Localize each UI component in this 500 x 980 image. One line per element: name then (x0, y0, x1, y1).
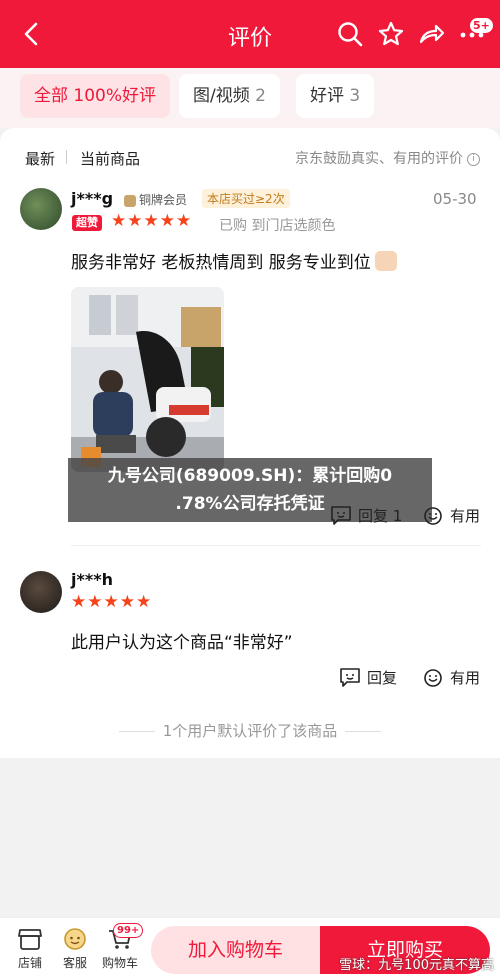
reply-button[interactable]: 回复 (339, 667, 397, 688)
repeat-buyer-tag: 本店买过≥2次 (202, 189, 290, 208)
comment-icon (331, 506, 351, 525)
filter-positive-count: 3 (349, 86, 361, 106)
share-icon[interactable] (417, 20, 445, 48)
useful-label: 有用 (450, 669, 481, 687)
filter-positive[interactable]: 好评 3 (296, 74, 375, 118)
sort-current-product[interactable]: 当前商品 (80, 148, 140, 169)
member-icon (124, 194, 136, 207)
reply-label: 回复 1 (358, 507, 403, 525)
purchase-variant: 已购 到门店选颜色 (219, 218, 336, 234)
review-notice[interactable]: 京东鼓励真实、有用的评价 i (295, 148, 480, 168)
default-review-text: 1个用户默认评价了该商品 (162, 722, 338, 740)
avatar[interactable] (20, 188, 62, 230)
review-text: 此用户认为这个商品“非常好” (71, 633, 293, 653)
useful-button[interactable]: 有用 (422, 667, 480, 688)
member-level-badge: 铜牌会员 (124, 191, 187, 208)
filter-media[interactable]: 图/视频 2 (179, 74, 280, 118)
message-count-badge: 5+ (470, 18, 493, 33)
store-label: 店铺 (17, 956, 42, 970)
member-level-label: 铜牌会员 (139, 193, 188, 207)
rating-stars: ★★★★★ (111, 211, 193, 231)
scooter-repair-photo (71, 287, 224, 472)
watermark: 雪球：九号100元真不算高 (339, 958, 494, 973)
rating-stars: ★★★★★ (71, 592, 153, 612)
reviewer-name: j***g (71, 189, 114, 208)
overlay-line-1: 九号公司(689009.SH)：累计回购0 (107, 466, 393, 486)
service-label: 客服 (62, 956, 87, 970)
note-line-right (345, 731, 382, 732)
star-favorite-icon[interactable] (377, 20, 405, 48)
filter-all-label: 全部 100%好评 (34, 86, 157, 106)
store-button[interactable]: 店铺 (8, 926, 52, 971)
info-icon: i (467, 152, 480, 166)
sort-divider (66, 150, 67, 164)
filter-media-label: 图/视频 (193, 86, 250, 106)
filter-media-count: 2 (255, 86, 266, 106)
cart-count-badge: 99+ (113, 923, 144, 938)
reply-button[interactable]: 回复 1 (330, 505, 402, 526)
search-icon[interactable] (336, 20, 364, 48)
reply-label: 回复 (367, 669, 398, 687)
smile-face-icon (424, 507, 442, 525)
sort-latest[interactable]: 最新 (25, 148, 55, 169)
review-photo[interactable] (71, 287, 224, 472)
avatar[interactable] (20, 571, 62, 613)
useful-button[interactable]: 有用 (422, 505, 480, 526)
add-to-cart-button[interactable]: 加入购物车 (151, 926, 320, 974)
review-text-content: 服务非常好 老板热情周到 服务专业到位 (71, 253, 371, 273)
smile-face-icon (424, 669, 442, 687)
filter-positive-label: 好评 (310, 86, 344, 106)
filter-all[interactable]: 全部 100%好评 (20, 74, 171, 118)
cart-label: 购物车 (101, 956, 138, 970)
review-text: 服务非常好 老板热情周到 服务专业到位 (71, 248, 397, 273)
super-tag: 超赞 (72, 215, 102, 231)
review-divider (71, 545, 481, 546)
filter-bar: 全部 100%好评 图/视频 2 好评 3 (0, 68, 500, 128)
review-notice-text: 京东鼓励真实、有用的评价 (295, 151, 463, 167)
top-header: 评价 5+ (0, 0, 500, 68)
store-icon (18, 929, 42, 950)
note-line-left (118, 731, 155, 732)
default-review-note: 1个用户默认评价了该商品 (0, 720, 500, 741)
comment-icon (340, 668, 360, 687)
thumbs-up-icon (374, 251, 397, 271)
useful-label: 有用 (450, 507, 481, 525)
customer-service-button[interactable]: 客服 (53, 926, 97, 971)
reviewer-name: j***h (71, 570, 113, 589)
customer-service-icon (64, 928, 86, 950)
review-date: 05-30 (433, 190, 477, 208)
